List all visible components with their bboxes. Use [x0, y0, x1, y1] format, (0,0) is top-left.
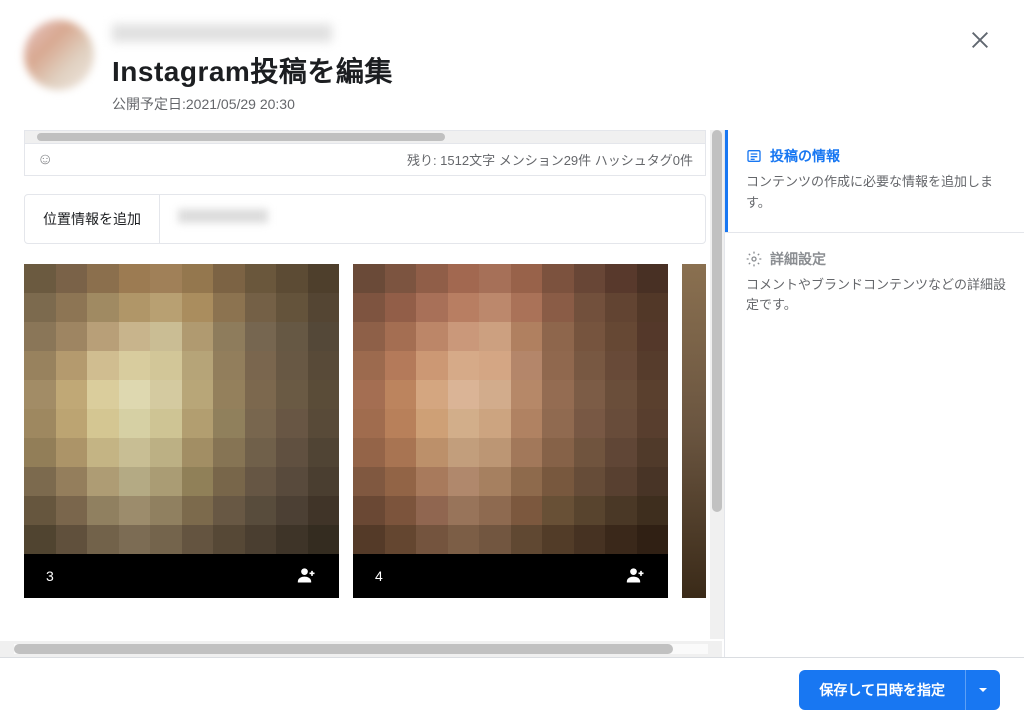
sidebar: 投稿の情報 コンテンツの作成に必要な情報を追加します。 詳細設定 コメントやブラ…: [724, 130, 1024, 671]
save-options-dropdown[interactable]: [965, 670, 1000, 710]
vertical-scrollbar[interactable]: [710, 130, 724, 639]
location-box[interactable]: 位置情報を追加: [24, 194, 706, 244]
schedule-label: 公開予定日:: [112, 96, 186, 112]
media-card[interactable]: 3: [24, 264, 339, 598]
media-index-badge: 3: [46, 568, 54, 584]
media-index-badge: 4: [375, 568, 383, 584]
sidebar-item-desc: コンテンツの作成に必要な情報を追加します。: [746, 172, 1006, 214]
caret-down-icon: [978, 685, 988, 695]
media-thumbnail-blurred: [24, 264, 339, 554]
account-avatar: [24, 20, 94, 90]
sidebar-item-title: 詳細設定: [770, 249, 826, 269]
location-value[interactable]: [160, 195, 705, 243]
horizontal-scrollbar-top[interactable]: [24, 130, 706, 144]
caption-counter-row: ☺ 残り: 1512文字 メンション29件 ハッシュタグ0件: [24, 144, 706, 176]
post-info-icon: [746, 148, 762, 164]
media-thumbnail-blurred: [353, 264, 668, 554]
sidebar-item-post-info[interactable]: 投稿の情報 コンテンツの作成に必要な情報を追加します。: [725, 130, 1024, 232]
schedule-info: 公開予定日:2021/05/29 20:30: [112, 94, 393, 114]
horizontal-scrollbar-bottom[interactable]: [0, 641, 722, 657]
footer-bar: 保存して日時を指定: [0, 657, 1024, 721]
location-text-blurred: [178, 209, 268, 223]
main-column: ☺ 残り: 1512文字 メンション29件 ハッシュタグ0件 位置情報を追加 3: [8, 130, 724, 671]
media-footer-bar: 3: [24, 554, 339, 598]
sidebar-item-advanced[interactable]: 詳細設定 コメントやブランドコンテンツなどの詳細設定です。: [725, 233, 1024, 335]
character-counter: 残り: 1512文字 メンション29件 ハッシュタグ0件: [407, 150, 693, 169]
schedule-value: 2021/05/29 20:30: [186, 96, 295, 112]
page-title: Instagram投稿を編集: [112, 50, 393, 90]
close-icon: [969, 29, 991, 51]
tag-people-icon[interactable]: [626, 565, 646, 588]
location-label: 位置情報を追加: [25, 195, 160, 243]
emoji-picker-icon[interactable]: ☺: [37, 151, 53, 169]
close-button[interactable]: [964, 24, 996, 56]
media-card[interactable]: 4: [353, 264, 668, 598]
sidebar-item-title: 投稿の情報: [770, 146, 840, 166]
account-name-blurred: [112, 24, 332, 42]
tag-people-icon[interactable]: [297, 565, 317, 588]
media-grid: 3 4: [24, 264, 706, 598]
gear-icon: [746, 251, 762, 267]
save-schedule-button[interactable]: 保存して日時を指定: [799, 670, 965, 710]
media-footer-bar: 4: [353, 554, 668, 598]
sidebar-item-desc: コメントやブランドコンテンツなどの詳細設定です。: [746, 275, 1006, 317]
media-card-partial[interactable]: [682, 264, 706, 598]
